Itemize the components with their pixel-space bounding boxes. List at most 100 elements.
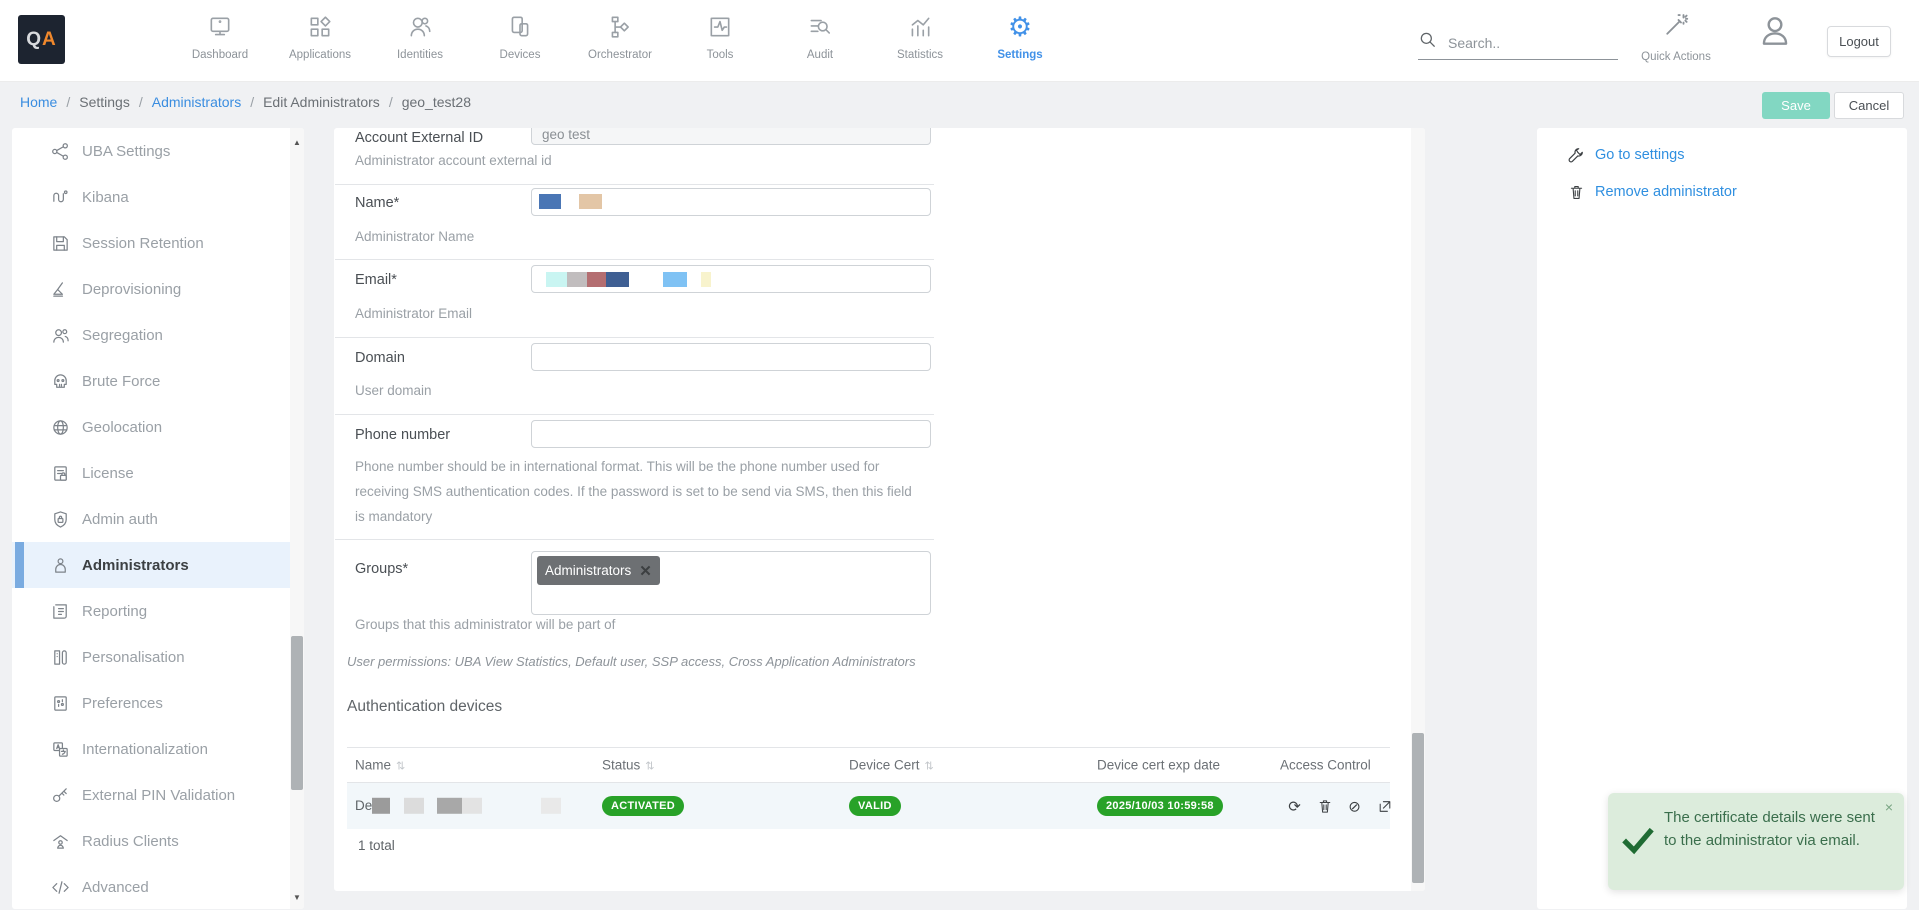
global-search — [1418, 26, 1618, 60]
table-header-row: Name⇅ Status⇅ Device Cert⇅ Device cert e… — [347, 747, 1390, 783]
sidebar-scrollbar[interactable]: ▲ ▼ — [290, 128, 304, 909]
sidebar-item-geolocation[interactable]: Geolocation — [12, 404, 304, 450]
sidebar-item-administrators[interactable]: Administrators — [12, 542, 304, 588]
sidebar-item-segregation[interactable]: Segregation — [12, 312, 304, 358]
user-avatar-icon[interactable] — [1756, 12, 1794, 50]
sidebar-item-label: Internationalization — [82, 741, 208, 758]
sidebar-item-reporting[interactable]: Reporting — [12, 588, 304, 634]
sidebar-item-radius-clients[interactable]: Radius Clients — [12, 818, 304, 864]
nav-label: Identities — [397, 49, 443, 61]
search-input[interactable] — [1448, 35, 1608, 51]
column-header-device-cert[interactable]: Device Cert⇅ — [849, 758, 934, 773]
domain-helper: User domain — [355, 378, 432, 403]
name-input[interactable] — [531, 188, 931, 216]
nav-item-orchestrator[interactable]: Orchestrator — [570, 8, 670, 74]
sidebar-item-license[interactable]: License — [12, 450, 304, 496]
trash-icon[interactable] — [1316, 798, 1333, 815]
divider — [335, 184, 934, 185]
group-chip-administrators[interactable]: Administrators ✕ — [537, 556, 660, 585]
redacted-email-block — [587, 272, 606, 287]
breadcrumb-home[interactable]: Home — [20, 94, 57, 110]
sidebar-item-deprovisioning[interactable]: Deprovisioning — [12, 266, 304, 312]
go-to-settings-link[interactable]: Go to settings — [1567, 146, 1684, 164]
logout-button[interactable]: Logout — [1827, 26, 1891, 57]
sidebar-item-uba-settings[interactable]: UBA Settings — [12, 128, 304, 174]
sidebar-item-label: License — [82, 465, 134, 482]
radius-icon — [50, 831, 70, 851]
gear-icon: ⚙ — [1008, 8, 1032, 46]
groups-input[interactable]: Administrators ✕ — [531, 551, 931, 615]
device-table-row[interactable]: De ACTIVATED VALID 2025/10/03 10:59:58 ⟳… — [347, 783, 1390, 829]
nav-item-applications[interactable]: Applications — [270, 8, 370, 74]
authentication-devices-heading: Authentication devices — [347, 698, 502, 716]
nav-item-devices[interactable]: Devices — [470, 8, 570, 74]
nav-item-tools[interactable]: Tools — [670, 8, 770, 74]
column-header-exp-date: Device cert exp date — [1097, 758, 1220, 773]
remove-chip-icon[interactable]: ✕ — [639, 562, 652, 580]
sort-icon[interactable]: ⇅ — [925, 761, 934, 773]
sidebar-scrollbar-thumb[interactable] — [291, 636, 303, 790]
nav-label: Dashboard — [192, 49, 248, 61]
email-label: Email* — [355, 272, 397, 288]
status-badge: ACTIVATED — [602, 796, 684, 816]
group-chip-label: Administrators — [545, 563, 631, 578]
name-helper: Administrator Name — [355, 224, 474, 249]
app-logo[interactable]: QA — [18, 15, 65, 64]
breadcrumb-current-admin: geo_test28 — [402, 94, 471, 110]
remove-administrator-link[interactable]: Remove administrator — [1567, 183, 1737, 201]
sidebar-item-personalisation[interactable]: Personalisation — [12, 634, 304, 680]
magic-wand-icon — [1661, 27, 1691, 44]
user-permissions-note: User permissions: UBA View Statistics, D… — [347, 654, 916, 669]
breadcrumb-administrators[interactable]: Administrators — [152, 94, 241, 110]
nav-label: Orchestrator — [588, 49, 652, 61]
sidebar-item-internationalization[interactable]: Internationalization — [12, 726, 304, 772]
redacted-email-block — [567, 272, 587, 287]
admin-actions-panel: Go to settings Remove administrator — [1537, 128, 1907, 909]
block-icon[interactable]: ⊘ — [1346, 798, 1363, 815]
account-external-id-input[interactable] — [531, 128, 931, 145]
audit-search-icon — [807, 8, 833, 46]
save-button[interactable]: Save — [1762, 92, 1830, 119]
column-header-name[interactable]: Name⇅ — [355, 758, 405, 773]
cancel-button[interactable]: Cancel — [1834, 92, 1904, 119]
success-check-icon — [1622, 825, 1654, 857]
open-external-icon[interactable] — [1376, 798, 1393, 815]
sidebar-item-brute-force[interactable]: Brute Force — [12, 358, 304, 404]
email-input[interactable] — [531, 265, 931, 293]
sort-icon[interactable]: ⇅ — [396, 761, 405, 773]
sidebar-item-external-pin-validation[interactable]: External PIN Validation — [12, 772, 304, 818]
top-header-bar: QA Dashboard Applications Identities Dev… — [0, 0, 1919, 82]
phone-number-input[interactable] — [531, 420, 931, 448]
breadcrumb-bar: Home / Settings / Administrators / Edit … — [0, 83, 1919, 123]
domain-input[interactable] — [531, 343, 931, 371]
scroll-down-arrow[interactable]: ▼ — [290, 891, 304, 905]
nav-label: Settings — [997, 49, 1042, 61]
main-scrollbar[interactable] — [1411, 128, 1425, 891]
scroll-up-arrow[interactable]: ▲ — [290, 136, 304, 150]
sidebar-item-preferences[interactable]: Preferences — [12, 680, 304, 726]
sidebar-item-label: Segregation — [82, 327, 163, 344]
sidebar-item-session-retention[interactable]: Session Retention — [12, 220, 304, 266]
redacted-device-name-block — [404, 798, 424, 814]
code-icon — [50, 877, 70, 897]
sort-icon[interactable]: ⇅ — [645, 761, 654, 773]
nav-item-settings[interactable]: ⚙ Settings — [970, 8, 1070, 74]
nav-item-audit[interactable]: Audit — [770, 8, 870, 74]
refresh-icon[interactable]: ⟳ — [1286, 798, 1303, 815]
quick-actions-label: Quick Actions — [1630, 51, 1722, 63]
quick-actions[interactable]: Quick Actions — [1630, 10, 1722, 63]
sidebar-item-advanced[interactable]: Advanced — [12, 864, 304, 910]
nav-item-identities[interactable]: Identities — [370, 8, 470, 74]
nav-item-statistics[interactable]: Statistics — [870, 8, 970, 74]
translate-icon — [50, 739, 70, 759]
sidebar-item-admin-auth[interactable]: Admin auth — [12, 496, 304, 542]
column-header-status[interactable]: Status⇅ — [602, 758, 655, 773]
shield-lock-icon — [50, 509, 70, 529]
breadcrumb-settings: Settings — [79, 94, 130, 110]
device-name-cell: De — [355, 798, 561, 814]
sidebar-item-kibana[interactable]: Kibana — [12, 174, 304, 220]
nav-item-dashboard[interactable]: Dashboard — [170, 8, 270, 74]
groups-label: Groups* — [355, 561, 408, 577]
close-icon[interactable]: × — [1885, 799, 1893, 815]
main-scrollbar-thumb[interactable] — [1412, 733, 1424, 883]
